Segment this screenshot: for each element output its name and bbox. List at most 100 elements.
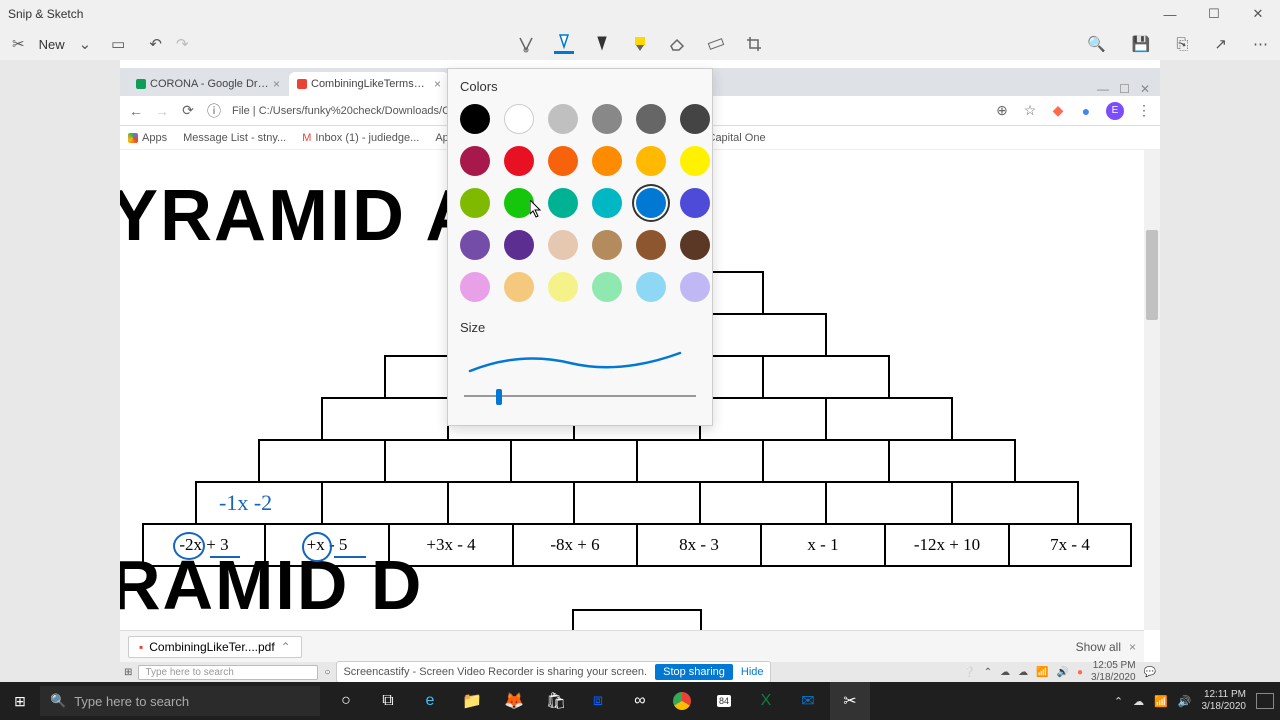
more-icon[interactable]: ⋯ [1249,31,1272,57]
inner-minimize-icon[interactable]: — [1097,82,1109,96]
color-swatch[interactable] [460,188,490,218]
profile-avatar[interactable]: E [1106,102,1124,120]
recording-icon[interactable]: ● [1077,667,1083,678]
browser-tab[interactable]: CombiningLikeTermsActivityPyra × [289,72,449,96]
redo-icon[interactable]: ↷ [172,31,193,57]
color-swatch[interactable] [636,188,666,218]
color-swatch[interactable] [636,272,666,302]
chevron-up-icon[interactable]: ⌃ [281,640,291,654]
eraser-icon[interactable] [668,34,688,54]
new-dropdown-icon[interactable]: ⌄ [75,31,96,57]
tray-chevron-icon[interactable]: ⌃ [984,667,992,678]
stop-sharing-button[interactable]: Stop sharing [655,664,733,680]
system-clock[interactable]: 12:11 PM 3/18/2020 [1202,689,1247,713]
action-center-icon[interactable] [1256,693,1274,709]
onedrive-icon[interactable]: ☁ [1018,667,1028,678]
open-icon[interactable]: ▭ [107,31,129,57]
color-swatch[interactable] [504,146,534,176]
color-swatch[interactable] [636,230,666,260]
calendar-icon[interactable]: 84 [704,682,744,720]
color-swatch[interactable] [636,146,666,176]
ruler-icon[interactable] [706,34,726,54]
chrome-icon[interactable] [662,682,702,720]
color-swatch[interactable] [636,104,666,134]
undo-icon[interactable]: ↶ [145,31,166,57]
color-swatch[interactable] [592,104,622,134]
back-icon[interactable]: ← [128,103,144,119]
inner-maximize-icon[interactable]: ☐ [1119,82,1130,96]
color-swatch[interactable] [548,230,578,260]
edge-icon[interactable]: e [410,682,450,720]
apps-bookmark[interactable]: Apps [128,132,167,144]
ballpoint-pen-icon[interactable] [554,34,574,54]
cortana-icon[interactable]: ○ [326,682,366,720]
close-button[interactable]: ✕ [1244,4,1272,24]
minimize-button[interactable]: — [1156,4,1184,24]
store-icon[interactable]: 🛍 [536,682,576,720]
color-swatch[interactable] [460,230,490,260]
bookmark-item[interactable]: MInbox (1) - judiedge... [302,132,419,144]
inner-start-icon[interactable]: ⊞ [124,667,132,678]
tab-close-icon[interactable]: × [434,77,441,91]
search-input[interactable]: 🔍 Type here to search [40,686,320,716]
volume-icon[interactable]: 🔊 [1178,695,1192,708]
color-swatch[interactable] [680,188,710,218]
inner-clock[interactable]: 12:05 PM 3/18/2020 [1091,660,1136,682]
color-swatch[interactable] [460,146,490,176]
inner-close-icon[interactable]: ✕ [1140,82,1150,96]
color-swatch[interactable] [548,104,578,134]
vertical-scrollbar[interactable] [1144,150,1160,630]
browser-tab[interactable]: CORONA - Google Drive × [128,72,288,96]
crop-icon[interactable] [744,34,764,54]
size-slider[interactable] [464,395,696,397]
color-swatch[interactable] [592,230,622,260]
star-icon[interactable]: ☆ [1022,102,1038,119]
color-swatch[interactable] [548,272,578,302]
app-icon[interactable]: ∞ [620,682,660,720]
save-icon[interactable]: 💾 [1128,31,1155,57]
volume-icon[interactable]: 🔊 [1057,667,1069,678]
bookmark-item[interactable]: Message List - stny... [183,132,286,144]
color-swatch[interactable] [460,272,490,302]
color-swatch[interactable] [592,272,622,302]
color-swatch[interactable] [592,146,622,176]
excel-icon[interactable]: X [746,682,786,720]
color-swatch[interactable] [504,230,534,260]
maximize-button[interactable]: ☐ [1200,4,1228,24]
reload-icon[interactable]: ⟳ [180,102,196,119]
dropbox-icon[interactable]: ⧈ [578,682,618,720]
forward-icon[interactable]: → [154,103,170,119]
color-swatch[interactable] [592,188,622,218]
menu-icon[interactable]: ⋮ [1136,102,1152,119]
color-swatch[interactable] [460,104,490,134]
file-explorer-icon[interactable]: 📁 [452,682,492,720]
extension-icon[interactable]: ◆ [1050,102,1066,119]
download-item[interactable]: ▪ CombiningLikeTer....pdf ⌃ [128,636,302,658]
color-swatch[interactable] [680,272,710,302]
share-icon[interactable]: ↗ [1210,31,1231,57]
extension2-icon[interactable]: ● [1078,103,1094,119]
color-swatch[interactable] [548,188,578,218]
onedrive-icon[interactable]: ☁ [1133,695,1144,708]
firefox-icon[interactable]: 🦊 [494,682,534,720]
mail-icon[interactable]: ✉ [788,682,828,720]
tray-chevron-icon[interactable]: ⌃ [1114,695,1123,708]
download-close-icon[interactable]: × [1129,640,1136,654]
color-swatch[interactable] [680,230,710,260]
color-swatch[interactable] [548,146,578,176]
help-icon[interactable]: ❔ [963,667,975,678]
cloud-icon[interactable]: ☁ [1000,667,1010,678]
color-swatch[interactable] [680,146,710,176]
wifi-icon[interactable]: 📶 [1154,695,1168,708]
pencil-icon[interactable] [592,34,612,54]
color-swatch[interactable] [504,104,534,134]
show-all-button[interactable]: Show all [1076,640,1121,654]
inner-search-input[interactable]: Type here to search [138,665,318,680]
color-swatch[interactable] [680,104,710,134]
wifi-icon[interactable]: 📶 [1036,667,1048,678]
highlighter-icon[interactable] [630,34,650,54]
task-view-icon[interactable]: ⧉ [368,682,408,720]
touch-writing-icon[interactable] [516,34,536,54]
tab-close-icon[interactable]: × [273,77,280,91]
start-button[interactable]: ⊞ [0,682,40,720]
